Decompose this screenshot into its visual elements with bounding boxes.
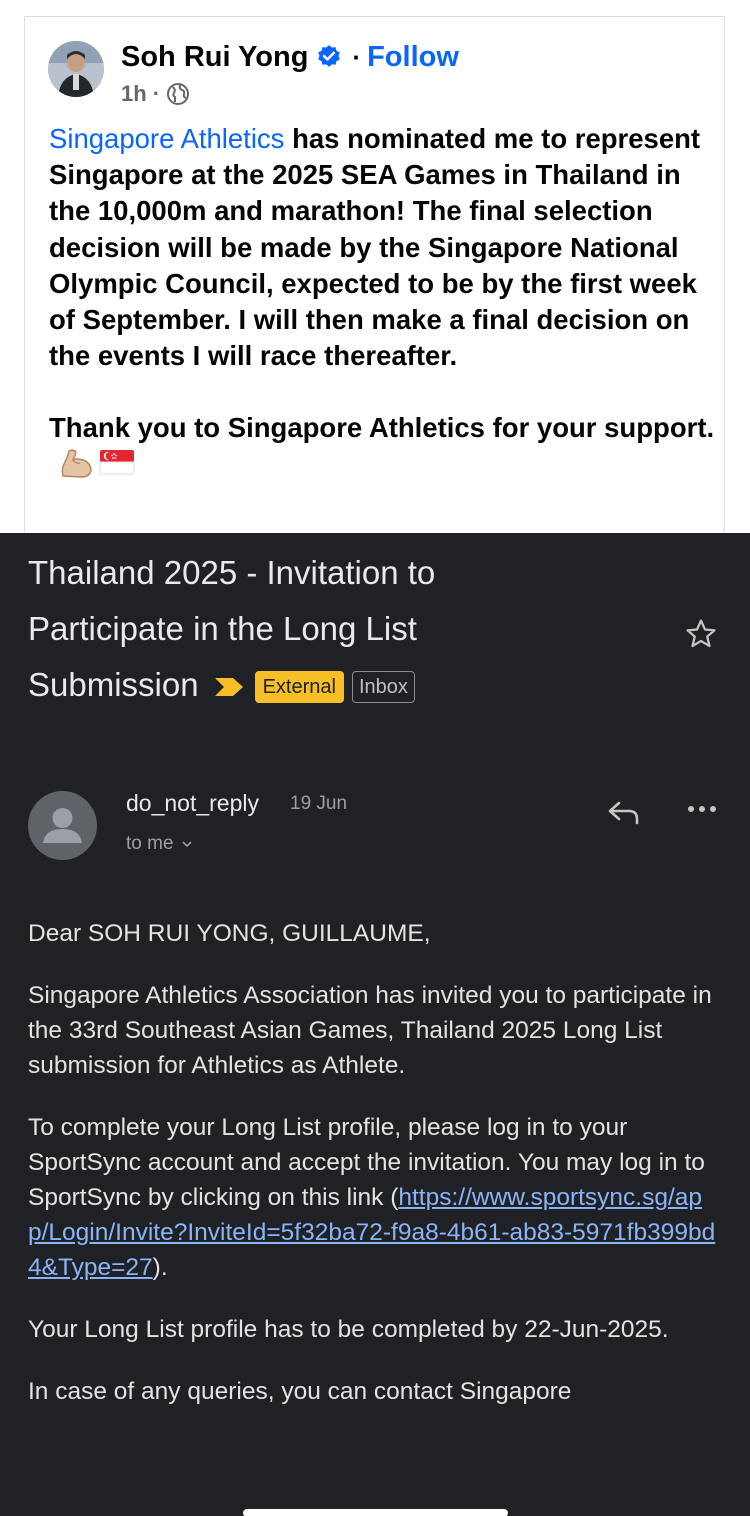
- subject-line: Submission: [28, 666, 199, 703]
- email-paragraph: Your Long List profile has to be complet…: [28, 1316, 669, 1343]
- sender-name[interactable]: do_not_reply: [126, 790, 259, 817]
- mention-link[interactable]: Singapore Athletics: [49, 123, 284, 154]
- author-avatar[interactable]: [48, 41, 104, 97]
- email-paragraph: Singapore Athletics Association has invi…: [28, 982, 712, 1079]
- home-indicator: [243, 1509, 508, 1516]
- chevron-down-icon: [181, 841, 192, 848]
- flexed-biceps-icon: [61, 449, 92, 478]
- recipient-label: to me: [126, 833, 174, 854]
- post-text: Singapore Athletics has nominated me to …: [49, 121, 721, 483]
- facebook-post: Soh Rui Yong · Follow 1h · Singapore Ath…: [24, 16, 725, 532]
- follow-button[interactable]: Follow: [367, 41, 459, 74]
- emoji-row: [59, 448, 135, 480]
- subject-line: Participate in the Long List: [28, 610, 417, 647]
- subject-line: 33rd Southeast Asian Games,: [28, 533, 668, 545]
- email-paragraph-text: ).: [152, 1254, 168, 1281]
- author-name[interactable]: Soh Rui Yong: [121, 41, 308, 74]
- email-subject: 33rd Southeast Asian Games, Thailand 202…: [28, 533, 668, 713]
- email-greeting: Dear SOH RUI YONG, GUILLAUME,: [28, 920, 431, 947]
- verified-badge-icon: [318, 45, 341, 67]
- reply-icon[interactable]: [605, 797, 641, 827]
- post-paragraph-1: Singapore Athletics has nominated me to …: [49, 121, 721, 374]
- post-body-text: has nominated me to represent Singapore …: [49, 123, 701, 372]
- email-body: Dear SOH RUI YONG, GUILLAUME, Singapore …: [28, 916, 718, 1436]
- subject-line: Thailand 2025 - Invitation to: [28, 554, 436, 591]
- singapore-flag-icon: [99, 449, 135, 475]
- subject-line-labels: Submission External Inbox: [28, 657, 668, 713]
- globe-icon: [167, 83, 190, 105]
- inbox-label[interactable]: Inbox: [351, 671, 415, 704]
- name-separator: ·: [352, 41, 362, 72]
- post-time[interactable]: 1h: [121, 81, 147, 107]
- star-icon[interactable]: [684, 617, 718, 651]
- post-thanks-text: Thank you to Singapore Athletics for you…: [49, 412, 715, 444]
- sender-avatar[interactable]: [28, 791, 97, 860]
- recipient-toggle[interactable]: to me: [126, 833, 194, 855]
- external-label: External: [254, 671, 344, 704]
- meta-separator: ·: [152, 81, 161, 106]
- more-options-icon[interactable]: [686, 803, 718, 815]
- post-paragraph-2: Thank you to Singapore Athletics for you…: [49, 410, 721, 482]
- email-view: 33rd Southeast Asian Games, Thailand 202…: [0, 533, 750, 1516]
- email-paragraph: In case of any queries, you can contact …: [28, 1378, 572, 1405]
- email-paragraph-link: To complete your Long List profile, plea…: [28, 1110, 718, 1285]
- email-date: 19 Jun: [290, 793, 348, 814]
- important-marker-icon[interactable]: [213, 676, 245, 698]
